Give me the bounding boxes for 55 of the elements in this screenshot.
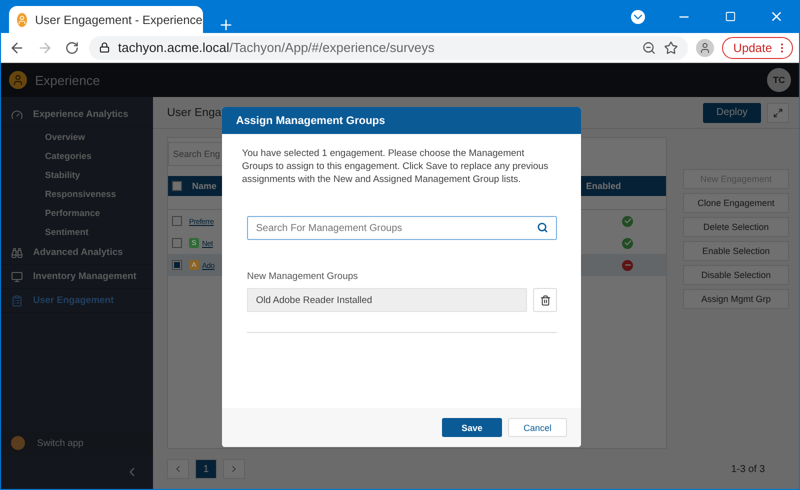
app-name: Experience bbox=[35, 72, 100, 88]
group-search-field[interactable]: Search For Management Groups bbox=[247, 216, 557, 240]
browser-tab[interactable]: User Engagement - Experience bbox=[9, 6, 203, 33]
checkbox[interactable] bbox=[172, 238, 182, 248]
url-path: /Tachyon/App/#/experience/surveys bbox=[229, 40, 435, 55]
gauge-icon bbox=[11, 108, 23, 120]
group-item: Old Adobe Reader Installed bbox=[247, 288, 527, 312]
expand-icon bbox=[773, 108, 783, 118]
zoom-icon[interactable] bbox=[642, 40, 656, 54]
dropdown-icon[interactable] bbox=[631, 10, 645, 24]
expand-button[interactable] bbox=[767, 102, 789, 122]
app-logo-icon bbox=[9, 71, 27, 89]
address-bar[interactable]: tachyon.acme.local/Tachyon/App/#/experience/surveys bbox=[89, 36, 688, 60]
dialog-title: Assign Management Groups bbox=[222, 107, 581, 134]
sidebar-subitem[interactable]: Performance bbox=[1, 203, 153, 222]
sidebar-subitem[interactable]: Overview bbox=[1, 127, 153, 146]
list-label: New Management Groups bbox=[247, 271, 359, 282]
app-logo-icon bbox=[17, 12, 27, 26]
checkbox[interactable] bbox=[172, 216, 182, 226]
sidebar-subitem[interactable]: Categories bbox=[1, 146, 153, 165]
trash-icon bbox=[540, 294, 550, 306]
delete-button[interactable] bbox=[533, 288, 557, 312]
page-button[interactable]: 1 bbox=[195, 459, 217, 479]
checkbox[interactable] bbox=[172, 181, 182, 191]
lock-icon bbox=[99, 42, 110, 53]
action-button[interactable]: Delete Selection bbox=[683, 217, 789, 237]
save-button[interactable]: Save bbox=[442, 418, 502, 437]
maximize-icon[interactable] bbox=[724, 11, 736, 22]
column-header: Enabled bbox=[586, 181, 622, 191]
dialog-message: You have selected 1 engagement. Please choose the Management Groups to assign to this engagement. Click Save to replace any previous assignments with the New and Assigned Management Group lists. bbox=[242, 148, 550, 186]
sidebar-subitem[interactable]: Stability bbox=[1, 165, 153, 184]
deploy-button[interactable]: Deploy bbox=[703, 102, 761, 122]
update-button[interactable]: Update bbox=[722, 36, 793, 58]
url-host: tachyon.acme.local bbox=[118, 40, 230, 55]
checkbox[interactable] bbox=[172, 260, 182, 270]
column-header: Name bbox=[191, 181, 218, 191]
star-icon[interactable] bbox=[664, 40, 678, 54]
action-button[interactable]: Clone Engagement bbox=[683, 193, 789, 213]
tab-title: User Engagement - Experience bbox=[35, 12, 202, 26]
cancel-button[interactable]: Cancel bbox=[508, 418, 567, 437]
search-icon[interactable] bbox=[537, 222, 548, 234]
sidebar-subitem[interactable]: Sentiment bbox=[1, 222, 153, 241]
sidebar-subitem[interactable]: Responsiveness bbox=[1, 184, 153, 203]
user-avatar[interactable]: TC bbox=[767, 68, 791, 92]
action-button[interactable]: Enable Selection bbox=[683, 241, 789, 261]
monitor-icon bbox=[11, 270, 23, 282]
page-summary: 1-3 of 3 bbox=[731, 464, 765, 474]
action-button[interactable]: Assign Mgmt Grp bbox=[683, 289, 789, 309]
action-button[interactable]: Disable Selection bbox=[683, 265, 789, 285]
profile-icon[interactable] bbox=[696, 38, 714, 56]
app-logo-icon bbox=[11, 436, 25, 450]
new-tab-icon[interactable] bbox=[218, 17, 234, 33]
clipboard-icon bbox=[11, 294, 23, 306]
page-title: User Enga bbox=[167, 106, 222, 118]
binoculars-icon bbox=[11, 246, 23, 258]
